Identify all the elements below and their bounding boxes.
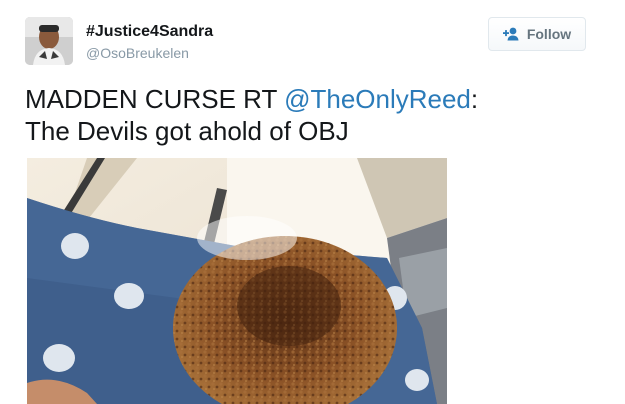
mention-link[interactable]: @TheOnlyReed bbox=[284, 84, 471, 114]
tweet-photo[interactable] bbox=[27, 158, 447, 404]
tweet-text-line2: The Devils got ahold of OBJ bbox=[25, 116, 349, 146]
avatar-photo bbox=[25, 17, 73, 65]
tweet-text-start: MADDEN CURSE RT bbox=[25, 84, 285, 114]
follow-label: Follow bbox=[526, 26, 572, 42]
add-person-icon bbox=[502, 27, 521, 41]
tweet-card: #Justice4Sandra @OsoBreukelen Follow MAD… bbox=[0, 0, 625, 404]
avatar[interactable] bbox=[25, 17, 73, 65]
tweet-text-colon: : bbox=[470, 84, 479, 114]
screen-name[interactable]: @OsoBreukelen bbox=[86, 45, 189, 61]
display-name[interactable]: #Justice4Sandra bbox=[86, 23, 213, 41]
tweet-text: MADDEN CURSE RT @TheOnlyReed: The Devils… bbox=[25, 83, 605, 147]
follow-button[interactable]: Follow bbox=[488, 17, 586, 51]
photo-image bbox=[27, 158, 447, 404]
